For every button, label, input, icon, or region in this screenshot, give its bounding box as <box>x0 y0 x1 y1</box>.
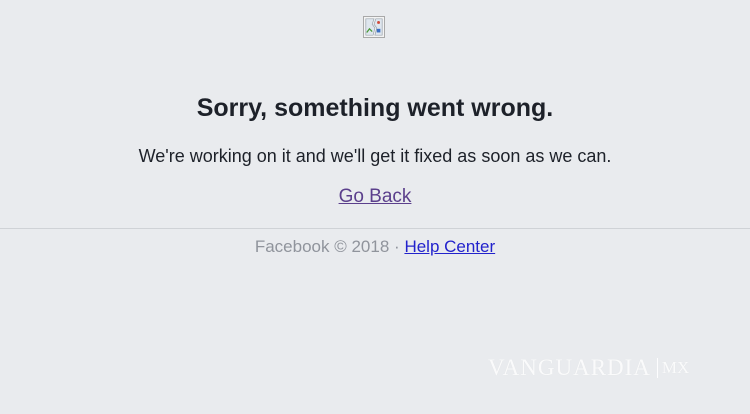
go-back-link[interactable]: Go Back <box>339 186 412 207</box>
divider <box>0 228 750 229</box>
page-title: Sorry, something went wrong. <box>196 94 554 122</box>
watermark-suffix: MX <box>656 358 689 378</box>
broken-image-icon <box>363 16 385 38</box>
watermark: VANGUARDIA MX <box>488 355 689 381</box>
help-center-link[interactable]: Help Center <box>404 237 495 256</box>
broken-image-glyph <box>365 18 383 36</box>
footer-copyright: Facebook © 2018 <box>254 237 390 256</box>
go-back-container: Go Back <box>0 185 750 209</box>
footer-separator: · <box>394 237 400 256</box>
error-message: We're working on it and we'll get it fix… <box>138 146 612 166</box>
footer: Facebook © 2018 · Help Center <box>0 236 750 258</box>
watermark-text: VANGUARDIA <box>488 355 651 380</box>
